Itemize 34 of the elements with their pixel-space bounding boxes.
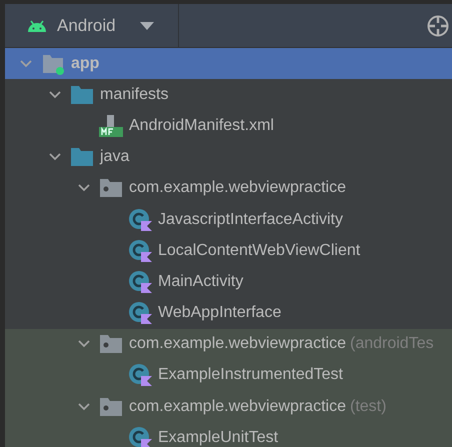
tree-row[interactable]: JavascriptInterfaceActivity (5, 204, 452, 236)
item-label: JavascriptInterfaceActivity (158, 210, 343, 229)
kotlin-class-icon (128, 270, 152, 294)
item-label: MainActivity (158, 272, 244, 291)
item-label: com.example.webviewpractice (129, 335, 346, 354)
item-label: ExampleUnitTest (158, 428, 278, 447)
item-label: AndroidManifest.xml (129, 116, 274, 135)
tree-row[interactable]: MainActivity (5, 266, 452, 298)
manifest-file-icon (99, 114, 123, 138)
kotlin-class-icon (128, 208, 152, 232)
tree-row[interactable]: java (5, 142, 452, 173)
android-icon (27, 20, 47, 32)
crosshair-icon[interactable] (426, 14, 450, 38)
tree-row[interactable]: manifests (5, 79, 452, 110)
view-label: Android (57, 16, 116, 36)
item-label: com.example.webviewpractice (129, 179, 346, 198)
tree-row[interactable]: ExampleInstrumentedTest (5, 360, 452, 392)
item-label: WebAppInterface (158, 304, 282, 322)
item-label: com.example.webviewpractice (129, 398, 346, 416)
kotlin-class-icon (128, 301, 152, 326)
item-label: app (71, 54, 100, 73)
item-label: java (100, 148, 130, 166)
tree-row[interactable]: com.example.webviewpractice (5, 172, 452, 204)
kotlin-class-icon (128, 238, 152, 263)
tree-row[interactable]: LocalContentWebViewClient (5, 235, 452, 266)
kotlin-class-icon (128, 363, 152, 388)
item-label: LocalContentWebViewClient (158, 242, 360, 260)
item-label: manifests (100, 86, 168, 104)
tree-row[interactable]: AndroidManifest.xml (5, 110, 452, 142)
tree-row[interactable]: WebAppInterface (5, 298, 452, 329)
caret-icon (140, 22, 154, 30)
kotlin-class-icon (128, 426, 152, 447)
item-label: ExampleInstrumentedTest (158, 366, 343, 384)
tree-row[interactable]: ExampleUnitTest (5, 422, 452, 447)
